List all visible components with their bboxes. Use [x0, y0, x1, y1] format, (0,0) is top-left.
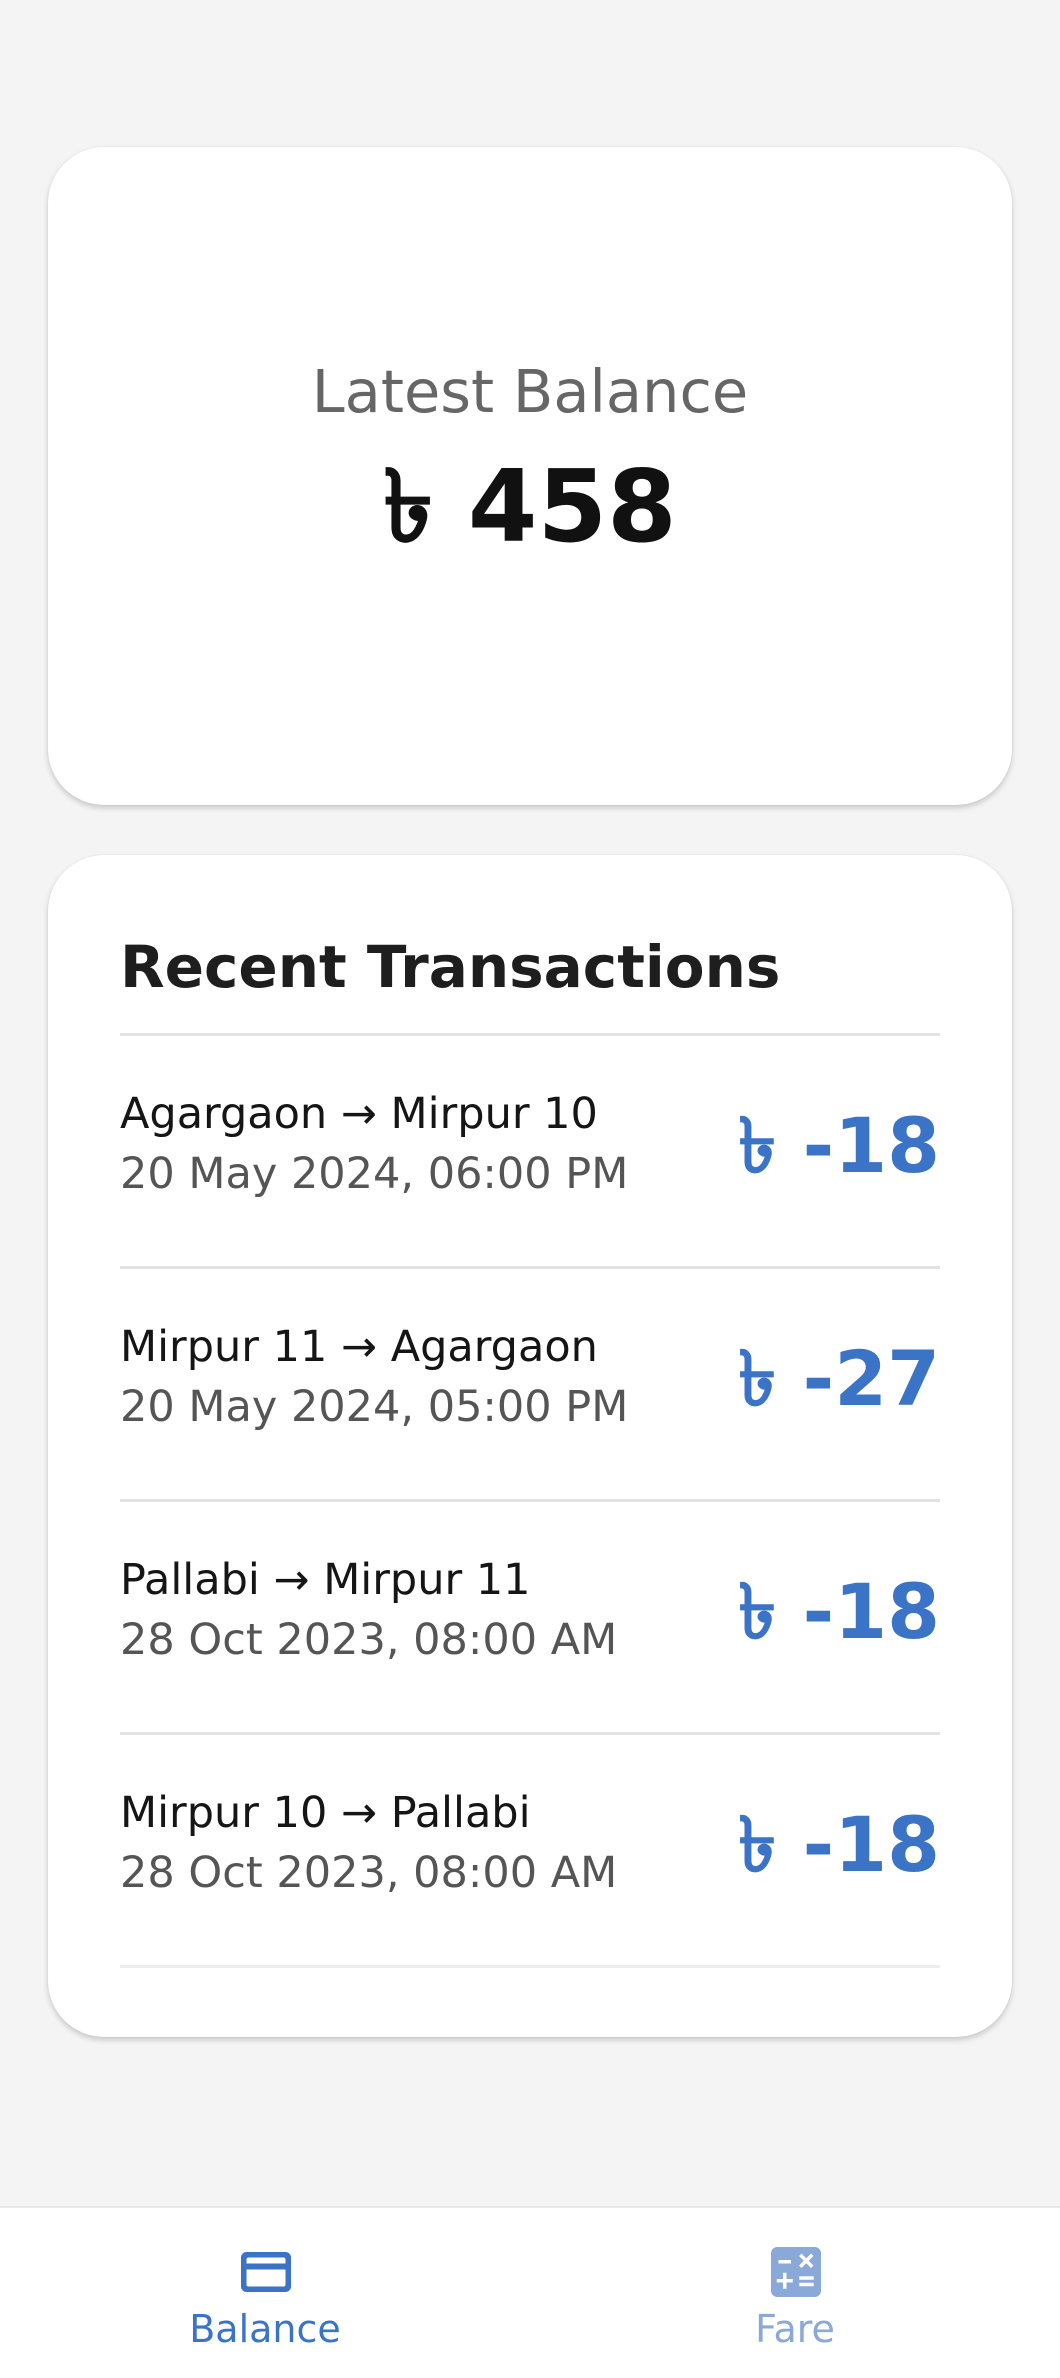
transaction-route: Mirpur 11 → Agargaon: [120, 1322, 598, 1372]
transaction-row: Agargaon → Mirpur 10 20 May 2024, 06:00 …: [120, 1036, 940, 1266]
transaction-datetime: 20 May 2024, 06:00 PM: [120, 1149, 629, 1199]
transaction-amount: ৳ -18: [738, 1567, 940, 1656]
transaction-amount: ৳ -27: [738, 1334, 940, 1423]
balance-amount: ৳ 458: [383, 448, 677, 565]
transaction-route: Mirpur 10 → Pallabi: [120, 1788, 531, 1838]
bottom-navigation: Balance Fare: [0, 2206, 1060, 2378]
transaction-datetime: 28 Oct 2023, 08:00 AM: [120, 1615, 618, 1665]
transaction-datetime: 28 Oct 2023, 08:00 AM: [120, 1848, 618, 1898]
transaction-row: Mirpur 11 → Agargaon 20 May 2024, 05:00 …: [120, 1269, 940, 1499]
transaction-datetime: 20 May 2024, 05:00 PM: [120, 1382, 629, 1432]
nav-label-balance: Balance: [189, 2307, 341, 2351]
transaction-amount: ৳ -18: [738, 1800, 940, 1889]
balance-label: Latest Balance: [311, 357, 749, 426]
transaction-amount: ৳ -18: [738, 1101, 940, 1190]
credit-card-icon: [241, 2252, 291, 2292]
balance-card: Latest Balance ৳ 458: [48, 147, 1012, 805]
nav-item-fare[interactable]: Fare: [645, 2208, 945, 2378]
transaction-row: Pallabi → Mirpur 11 28 Oct 2023, 08:00 A…: [120, 1502, 940, 1732]
nav-item-balance[interactable]: Balance: [115, 2208, 415, 2378]
calculator-icon: [771, 2247, 821, 2297]
transaction-row: Mirpur 10 → Pallabi 28 Oct 2023, 08:00 A…: [120, 1735, 940, 1965]
nav-label-fare: Fare: [755, 2307, 835, 2351]
transactions-card: Recent Transactions Agargaon → Mirpur 10…: [48, 855, 1012, 2037]
transaction-route: Agargaon → Mirpur 10: [120, 1089, 598, 1139]
transactions-title: Recent Transactions: [120, 933, 781, 1001]
transaction-route: Pallabi → Mirpur 11: [120, 1555, 531, 1605]
divider: [120, 1965, 940, 1968]
